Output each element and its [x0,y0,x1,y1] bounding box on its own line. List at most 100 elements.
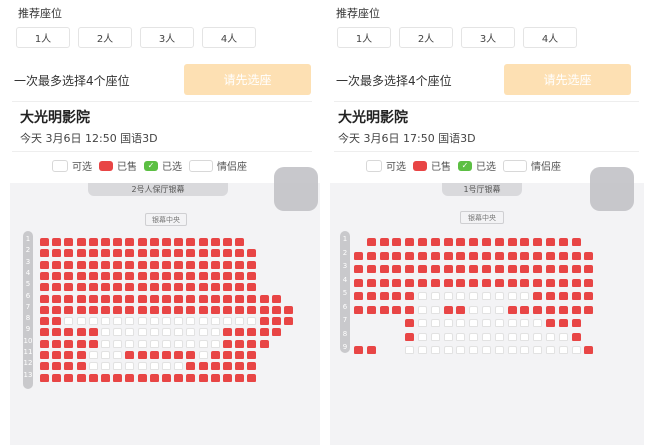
available-seat[interactable] [494,346,504,354]
available-seat[interactable] [558,346,568,354]
available-seat[interactable] [88,351,98,359]
available-seat[interactable] [162,328,171,337]
available-seat[interactable] [247,317,257,326]
available-seat[interactable] [405,346,415,354]
available-seat[interactable] [546,332,555,341]
available-seat[interactable] [113,317,123,326]
available-seat[interactable] [101,362,110,371]
available-seat[interactable] [507,332,517,341]
available-seat[interactable] [482,332,491,341]
available-seat[interactable] [76,317,86,326]
available-seat[interactable] [198,317,208,326]
available-seat[interactable] [198,339,208,348]
available-seat[interactable] [125,328,135,337]
available-seat[interactable] [101,351,110,359]
available-seat[interactable] [494,292,504,300]
people-1-button[interactable]: 1人 [16,27,70,48]
available-seat[interactable] [113,328,123,337]
people-3-button[interactable]: 3人 [140,27,194,48]
available-seat[interactable] [101,339,110,348]
available-seat[interactable] [174,328,184,337]
available-seat[interactable] [482,292,491,300]
available-seat[interactable] [507,346,517,354]
available-seat[interactable] [162,339,171,348]
available-seat[interactable] [162,362,171,371]
available-seat[interactable] [113,362,123,371]
available-seat[interactable] [482,346,491,354]
available-seat[interactable] [469,332,479,341]
available-seat[interactable] [235,317,245,326]
available-seat[interactable] [210,317,220,326]
available-seat[interactable] [418,305,427,314]
available-seat[interactable] [456,292,466,300]
available-seat[interactable] [456,319,466,327]
available-seat[interactable] [88,317,98,326]
available-seat[interactable] [482,319,491,327]
available-seat[interactable] [418,292,427,300]
available-seat[interactable] [430,292,440,300]
available-seat[interactable] [64,317,74,326]
available-seat[interactable] [469,305,479,314]
people-4-button[interactable]: 4人 [202,27,256,48]
available-seat[interactable] [443,346,453,354]
available-seat[interactable] [88,362,98,371]
available-seat[interactable] [125,339,135,348]
people-2-button[interactable]: 2人 [399,27,453,48]
available-seat[interactable] [456,332,466,341]
available-seat[interactable] [162,317,171,326]
available-seat[interactable] [430,305,440,314]
available-seat[interactable] [430,346,440,354]
available-seat[interactable] [113,339,123,348]
available-seat[interactable] [418,346,427,354]
available-seat[interactable] [520,292,530,300]
floating-button[interactable] [274,167,318,211]
available-seat[interactable] [533,319,543,327]
people-2-button[interactable]: 2人 [78,27,132,48]
available-seat[interactable] [494,319,504,327]
available-seat[interactable] [456,346,466,354]
available-seat[interactable] [149,339,159,348]
available-seat[interactable] [137,339,147,348]
available-seat[interactable] [546,346,555,354]
available-seat[interactable] [125,362,135,371]
people-4-button[interactable]: 4人 [523,27,577,48]
available-seat[interactable] [469,346,479,354]
available-seat[interactable] [443,292,453,300]
available-seat[interactable] [113,351,123,359]
available-seat[interactable] [210,339,220,348]
available-seat[interactable] [137,362,147,371]
available-seat[interactable] [418,332,427,341]
available-seat[interactable] [149,317,159,326]
available-seat[interactable] [520,332,530,341]
available-seat[interactable] [494,332,504,341]
floating-button[interactable] [590,167,634,211]
available-seat[interactable] [494,305,504,314]
available-seat[interactable] [125,317,135,326]
available-seat[interactable] [482,305,491,314]
available-seat[interactable] [149,362,159,371]
available-seat[interactable] [174,362,184,371]
available-seat[interactable] [430,332,440,341]
available-seat[interactable] [558,332,568,341]
available-seat[interactable] [137,317,147,326]
available-seat[interactable] [469,319,479,327]
select-seat-button[interactable]: 请先选座 [504,64,631,95]
available-seat[interactable] [469,292,479,300]
available-seat[interactable] [533,332,543,341]
available-seat[interactable] [198,328,208,337]
people-1-button[interactable]: 1人 [337,27,391,48]
available-seat[interactable] [571,346,581,354]
available-seat[interactable] [443,332,453,341]
available-seat[interactable] [520,319,530,327]
available-seat[interactable] [137,328,147,337]
available-seat[interactable] [149,328,159,337]
available-seat[interactable] [101,328,110,337]
available-seat[interactable] [507,292,517,300]
available-seat[interactable] [101,317,110,326]
available-seat[interactable] [174,339,184,348]
available-seat[interactable] [198,351,208,359]
select-seat-button[interactable]: 请先选座 [184,64,311,95]
available-seat[interactable] [430,319,440,327]
available-seat[interactable] [186,328,196,337]
available-seat[interactable] [223,317,232,326]
